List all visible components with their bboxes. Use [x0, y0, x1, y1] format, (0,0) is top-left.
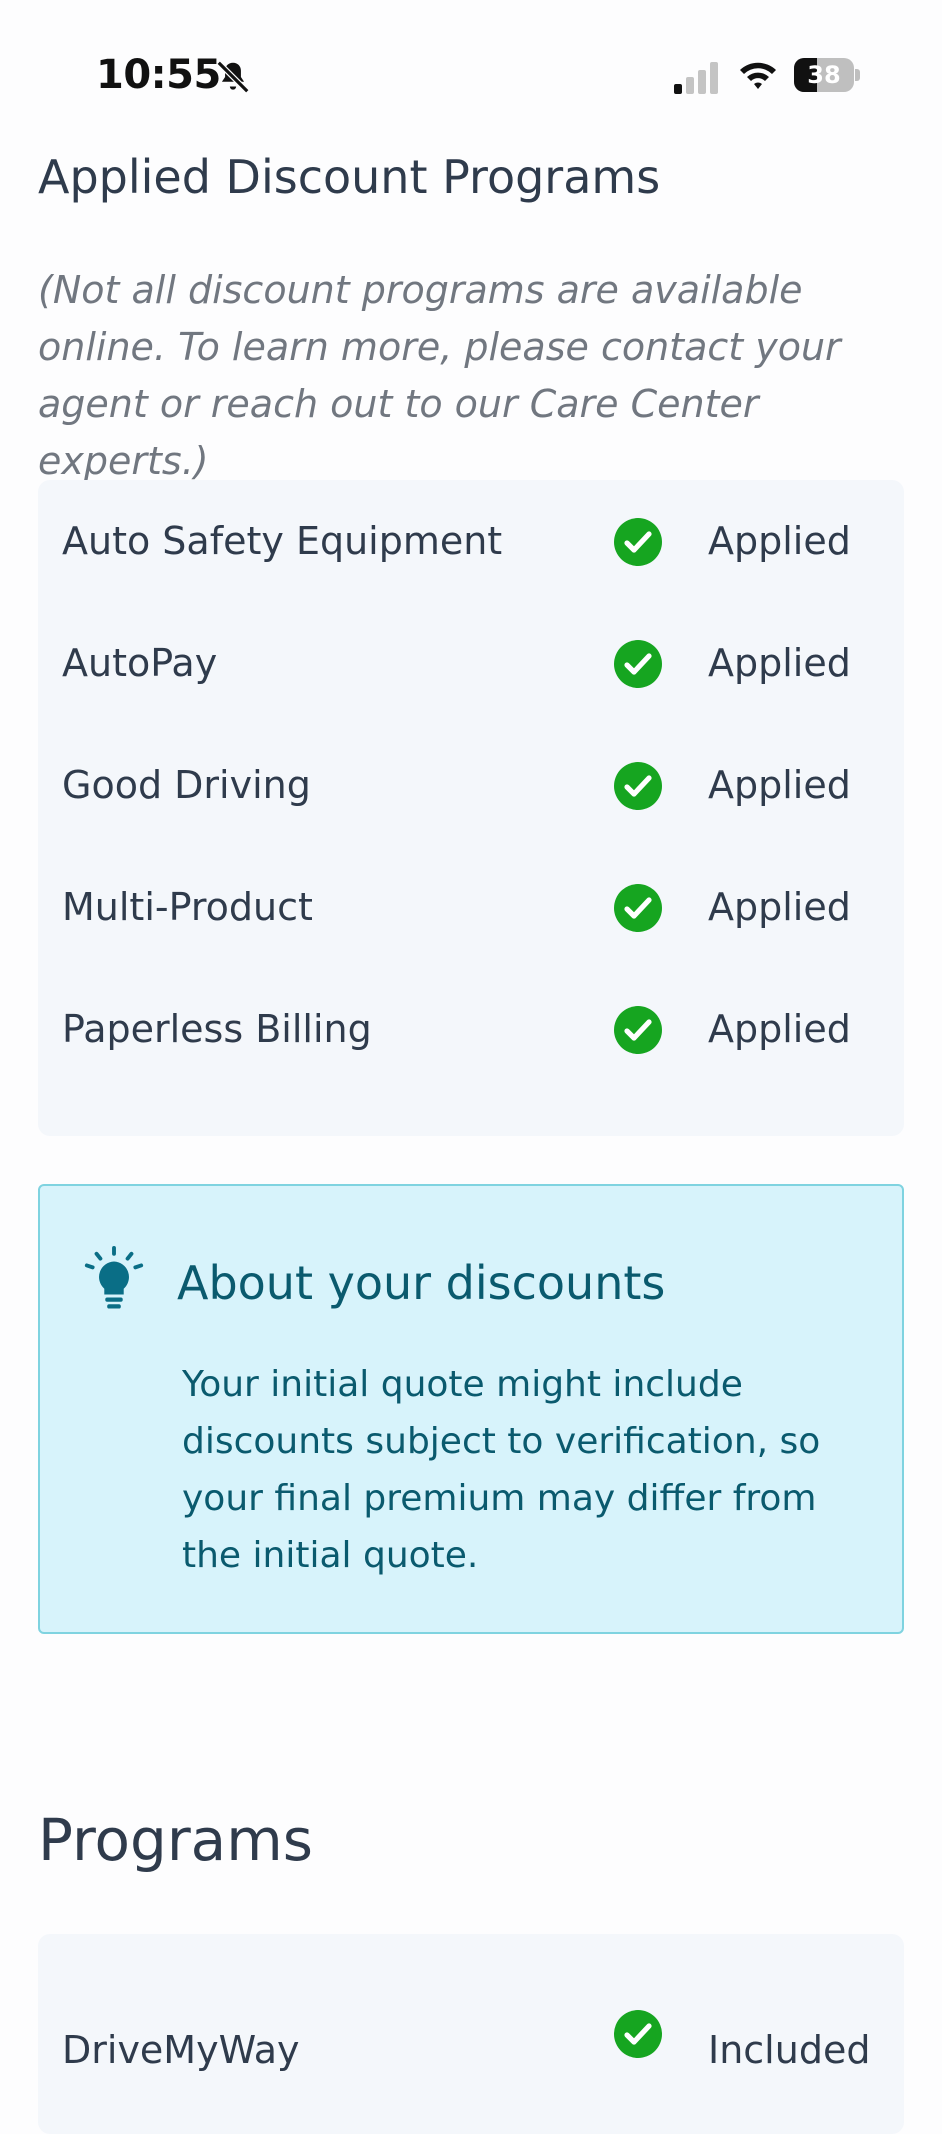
discount-row: AutoPay Applied [38, 602, 904, 724]
battery-percent: 38 [807, 61, 841, 89]
discount-row: Multi-Product Applied [38, 846, 904, 968]
discount-name: Good Driving [62, 763, 311, 807]
check-circle-icon [614, 1006, 662, 1054]
wifi-icon [740, 62, 776, 89]
discount-row: Good Driving Applied [38, 724, 904, 846]
discount-list: Auto Safety Equipment Applied AutoPay Ap… [38, 480, 904, 1136]
programs-title: Programs [38, 1806, 313, 1874]
discount-name: Multi-Product [62, 885, 313, 929]
check-circle-icon [614, 518, 662, 566]
discount-status: Applied [708, 519, 851, 563]
program-status: Included [708, 2028, 871, 2072]
lightbulb-icon [84, 1246, 144, 1309]
programs-list: DriveMyWay Included [38, 1934, 904, 2134]
check-circle-icon [614, 762, 662, 810]
cellular-signal-icon [674, 62, 718, 94]
applied-discounts-title: Applied Discount Programs [38, 150, 661, 204]
info-heading: About your discounts [177, 1256, 666, 1310]
battery-icon: 38 [794, 58, 860, 92]
discount-status: Applied [708, 1007, 851, 1051]
check-circle-icon [614, 2010, 662, 2058]
discount-row: Auto Safety Equipment Applied [38, 480, 904, 602]
program-name: DriveMyWay [62, 2028, 300, 2072]
discounts-info-box: About your discounts Your initial quote … [38, 1184, 904, 1634]
bell-muted-icon [216, 60, 250, 94]
discount-status: Applied [708, 641, 851, 685]
discount-name: AutoPay [62, 641, 218, 685]
check-circle-icon [614, 640, 662, 688]
discount-row: Paperless Billing Applied [38, 968, 904, 1090]
discounts-note: (Not all discount programs are available… [38, 268, 841, 483]
discount-name: Paperless Billing [62, 1007, 372, 1051]
status-bar: 10:55 38 [0, 0, 942, 150]
discount-name: Auto Safety Equipment [62, 519, 503, 563]
check-circle-icon [614, 884, 662, 932]
discount-status: Applied [708, 885, 851, 929]
info-body: Your initial quote might include discoun… [182, 1364, 821, 1576]
discount-status: Applied [708, 763, 851, 807]
status-time: 10:55 [96, 52, 221, 98]
